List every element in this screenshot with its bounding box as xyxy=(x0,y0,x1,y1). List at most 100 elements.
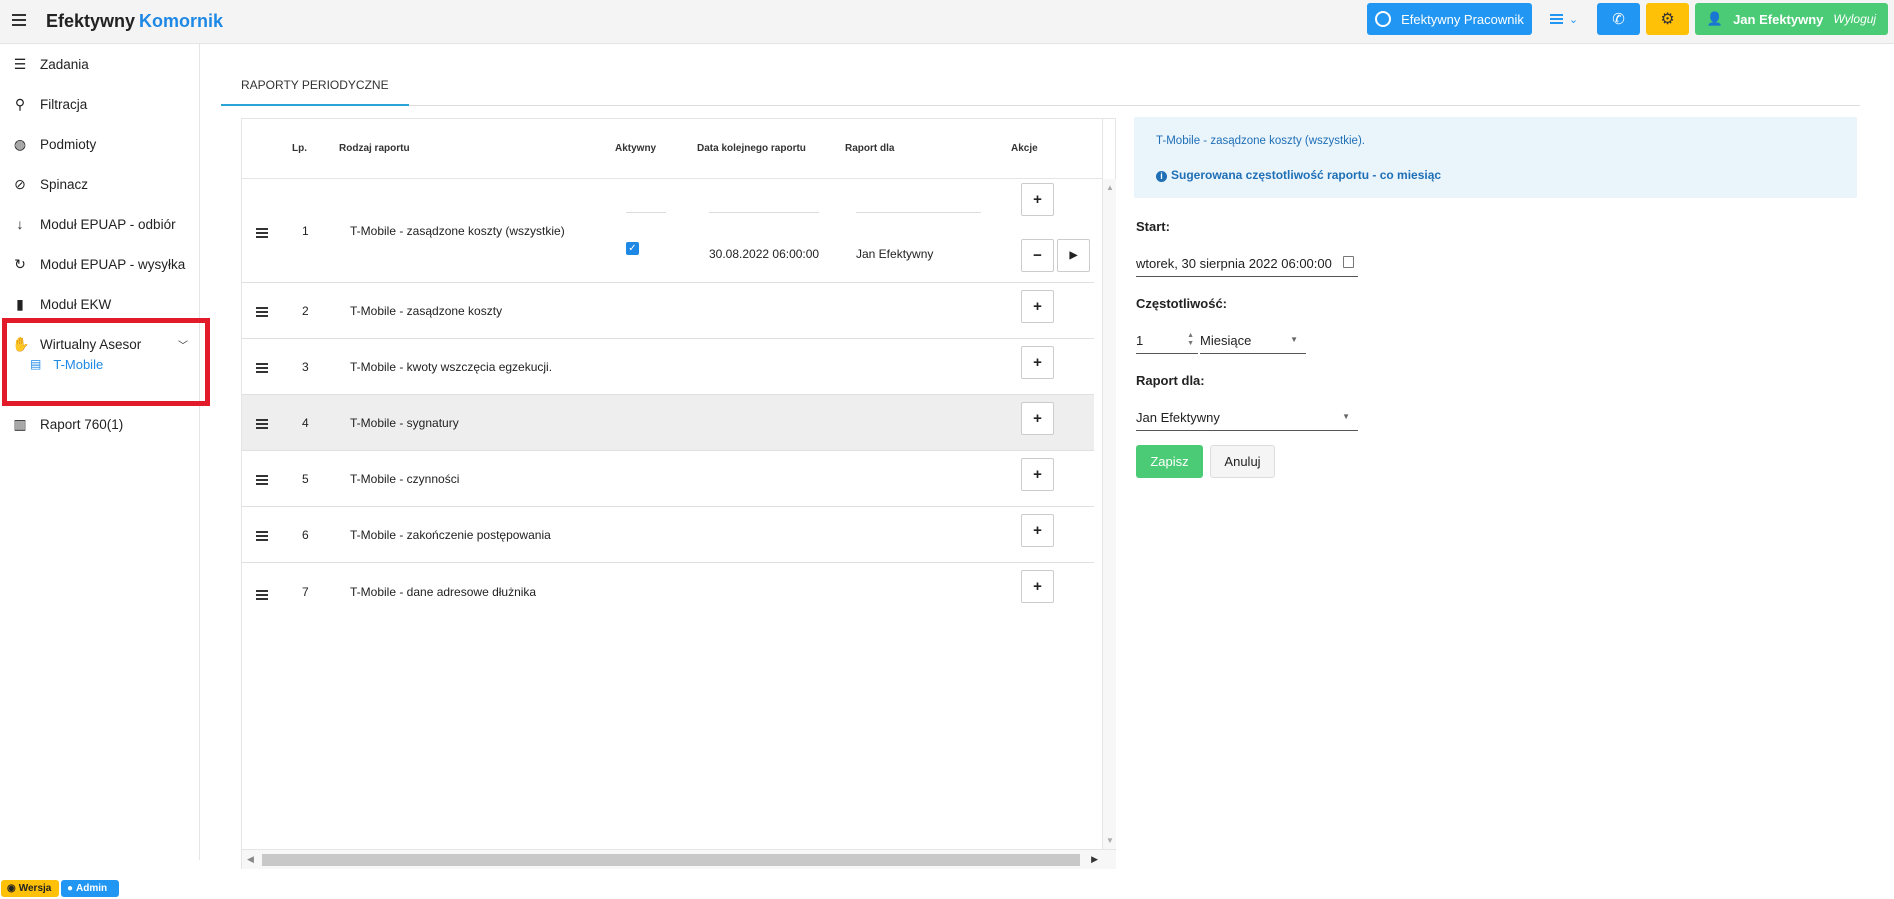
row-name: T-Mobile - sygnatury xyxy=(350,416,459,430)
start-label: Start: xyxy=(1136,219,1170,234)
table-row[interactable]: 4 T-Mobile - sygnatury + xyxy=(242,395,1094,451)
drag-handle-icon[interactable] xyxy=(256,307,268,319)
admin-label: Admin xyxy=(76,883,108,894)
phone-button[interactable]: ✆ xyxy=(1597,3,1640,35)
efektywny-pracownik-button[interactable]: Efektywny Pracownik xyxy=(1367,3,1532,35)
frequency-number-value: 1 xyxy=(1136,333,1144,348)
calendar-icon[interactable] xyxy=(1343,256,1354,268)
menu-toggle-icon[interactable] xyxy=(12,14,26,28)
report-for-select[interactable]: Jan Efektywny ▼ xyxy=(1136,405,1358,431)
remove-button[interactable]: − xyxy=(1021,239,1054,272)
table-row[interactable]: 5 T-Mobile - czynności + xyxy=(242,451,1094,507)
save-button[interactable]: Zapisz xyxy=(1136,445,1203,478)
brand-main: Efektywny xyxy=(46,11,136,31)
table-row[interactable]: 2 T-Mobile - zasądzone koszty + xyxy=(242,283,1094,339)
drag-handle-icon[interactable] xyxy=(256,363,268,375)
col-active: Aktywny xyxy=(615,143,657,154)
info-hint-text: Sugerowana częstotliwość raportu - co mi… xyxy=(1171,168,1442,182)
sidebar-item-podmioty[interactable]: ◍ Podmioty xyxy=(0,124,200,164)
scroll-down-icon[interactable]: ▼ xyxy=(1106,836,1114,845)
add-button[interactable]: + xyxy=(1021,346,1054,379)
globe-icon: ◍ xyxy=(13,135,27,152)
row-lp: 3 xyxy=(302,360,309,374)
add-button[interactable]: + xyxy=(1021,183,1054,216)
sidebar-item-label: Filtracja xyxy=(40,96,88,112)
drag-handle-icon[interactable] xyxy=(256,475,268,487)
cancel-button[interactable]: Anuluj xyxy=(1210,445,1275,478)
tab-raporty-periodyczne[interactable]: RAPORTY PERIODYCZNE xyxy=(221,70,409,106)
scroll-corner xyxy=(1102,119,1116,179)
arrow-down-icon: ↓ xyxy=(16,216,24,232)
caret-down-icon: ▼ xyxy=(1342,412,1350,421)
paperclip-icon: ⊘ xyxy=(14,175,26,192)
eye-icon: ◉ xyxy=(7,883,16,894)
sidebar-item-epuap-wysylka[interactable]: ↻ Moduł EPUAP - wysyłka xyxy=(0,244,200,284)
scroll-thumb[interactable] xyxy=(262,854,1080,866)
vertical-scrollbar[interactable]: ▲ ▼ xyxy=(1102,179,1116,849)
row-lp: 5 xyxy=(302,472,309,486)
table-row[interactable]: 6 T-Mobile - zakończenie postępowania + xyxy=(242,507,1094,563)
run-button[interactable]: ▶ xyxy=(1057,239,1090,272)
col-for: Raport dla xyxy=(845,143,895,154)
table-row[interactable]: 3 T-Mobile - kwoty wszczęcia egzekucji. … xyxy=(242,339,1094,395)
drag-handle-icon[interactable] xyxy=(256,531,268,543)
scroll-left-icon[interactable]: ◀ xyxy=(247,854,254,865)
info-title: T-Mobile - zasądzone koszty (wszystkie). xyxy=(1156,135,1365,147)
sidebar-subitem-label: T-Mobile xyxy=(53,356,104,372)
row-name: T-Mobile - zasądzone koszty xyxy=(350,304,503,318)
app-brand[interactable]: Efektywny Komornik xyxy=(46,11,223,32)
drag-handle-icon[interactable] xyxy=(256,590,268,602)
sidebar-item-ekw[interactable]: ▮ Moduł EKW xyxy=(0,284,200,324)
row-lp: 2 xyxy=(302,304,309,318)
table-row[interactable]: 7 T-Mobile - dane adresowe dłużnika + xyxy=(242,563,1094,619)
brand-accent: Komornik xyxy=(139,11,224,31)
info-icon: i xyxy=(1156,171,1167,182)
sidebar-item-raport-760[interactable]: ▥ Raport 760(1) xyxy=(0,404,200,444)
apps-menu-button[interactable]: ⌄ xyxy=(1544,3,1584,35)
start-date-field[interactable]: wtorek, 30 sierpnia 2022 06:00:00 xyxy=(1136,251,1358,277)
chevron-down-icon: ⌄ xyxy=(1568,13,1579,26)
search-icon: ⚲ xyxy=(14,95,26,112)
settings-button[interactable]: ⚙ xyxy=(1646,3,1689,35)
list-icon: ☰ xyxy=(13,55,27,72)
horizontal-scrollbar[interactable]: ◀ ▶ xyxy=(242,849,1116,869)
info-hint: i Sugerowana częstotliwość raportu - co m… xyxy=(1156,168,1441,182)
sidebar: ☰ Zadania ⚲ Filtracja ◍ Podmioty ⊘ Spina… xyxy=(0,44,200,860)
sidebar-subitem-t-mobile[interactable]: ▤ T-Mobile xyxy=(30,349,103,379)
sidebar-item-zadania[interactable]: ☰ Zadania xyxy=(0,44,200,84)
tab-bar: RAPORTY PERIODYCZNE xyxy=(221,70,1860,106)
table-row[interactable]: 1 T-Mobile - zasądzone koszty (wszystkie… xyxy=(242,179,1094,283)
col-next-date: Data kolejnego raportu xyxy=(697,143,806,154)
sidebar-item-label: Moduł EPUAP - wysyłka xyxy=(40,256,186,272)
user-button[interactable]: 👤 Jan Efektywny Wyloguj xyxy=(1695,3,1888,35)
sidebar-item-filtracja[interactable]: ⚲ Filtracja xyxy=(0,84,200,124)
sidebar-item-label: Moduł EKW xyxy=(40,296,112,312)
add-button[interactable]: + xyxy=(1021,514,1054,547)
handshake-icon: ✋ xyxy=(12,335,30,352)
active-checkbox[interactable]: ✓ xyxy=(626,242,639,255)
frequency-number-input[interactable]: 1 ▲ ▼ xyxy=(1136,328,1198,354)
scroll-up-icon[interactable]: ▲ xyxy=(1106,183,1114,192)
check-circle-icon xyxy=(1375,11,1392,27)
excel-file-icon: ▥ xyxy=(13,415,27,432)
spinner-icon[interactable]: ▲ ▼ xyxy=(1187,332,1194,348)
sidebar-item-spinacz[interactable]: ⊘ Spinacz xyxy=(0,164,200,204)
add-button[interactable]: + xyxy=(1021,570,1054,603)
add-button[interactable]: + xyxy=(1021,290,1054,323)
top-bar: Efektywny Komornik Efektywny Pracownik ⌄ … xyxy=(0,0,1894,44)
sidebar-item-epuap-odbior[interactable]: ↓ Moduł EPUAP - odbiór xyxy=(0,204,200,244)
frequency-unit-select[interactable]: Miesiące ▼ xyxy=(1200,328,1306,354)
version-badge[interactable]: ◉ Wersja xyxy=(1,880,59,897)
admin-badge[interactable]: ● Admin xyxy=(61,880,119,897)
sidebar-item-label: Raport 760(1) xyxy=(40,416,124,432)
row-name: T-Mobile - zakończenie postępowania xyxy=(350,528,551,542)
logout-link[interactable]: Wyloguj xyxy=(1833,12,1876,26)
add-button[interactable]: + xyxy=(1021,458,1054,491)
drag-handle-icon[interactable] xyxy=(256,419,268,431)
drag-handle-icon[interactable] xyxy=(256,228,268,240)
scroll-right-icon[interactable]: ▶ xyxy=(1091,854,1098,865)
sidebar-item-label: Zadania xyxy=(40,56,89,72)
report-for-label: Raport dla: xyxy=(1136,373,1205,388)
add-button[interactable]: + xyxy=(1021,402,1054,435)
row-lp: 6 xyxy=(302,528,309,542)
